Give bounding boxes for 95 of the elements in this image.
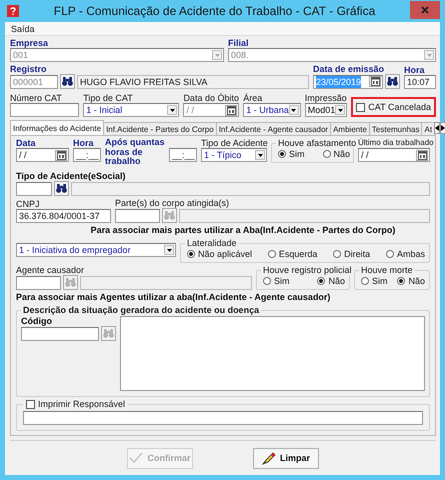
search-button[interactable] xyxy=(60,74,75,89)
dropdown[interactable]: 1 - Típico xyxy=(201,148,268,162)
clear-button[interactable]: Limpar xyxy=(253,448,319,468)
input-field[interactable] xyxy=(16,182,52,196)
calendar-button[interactable] xyxy=(369,76,381,87)
input-field[interactable] xyxy=(10,103,80,117)
dropdown-arrow-icon xyxy=(214,54,220,56)
dropdown[interactable]: Mod01 xyxy=(304,103,348,117)
tab[interactable]: Informações do Acidente xyxy=(10,120,104,135)
menu-item[interactable]: Saída xyxy=(11,24,35,34)
date-field[interactable]: / / xyxy=(358,148,430,162)
dropdown-arrow-icon xyxy=(291,108,296,112)
close-icon xyxy=(421,6,429,14)
radio-button[interactable]: Sim xyxy=(361,276,388,286)
field-label: Área xyxy=(243,93,264,103)
group-label: Houve registro policial xyxy=(263,265,352,275)
binoculars-icon xyxy=(164,211,175,220)
group-label: Lateralidade xyxy=(187,238,237,248)
field-label: CNPJ xyxy=(16,199,41,209)
field-label: Data do Óbito xyxy=(183,93,240,103)
note-text: Para associar mais partes utilizar a Aba(Inf.Acidente - Partes do Corpo) xyxy=(90,225,396,236)
left-arrow-icon xyxy=(435,125,440,131)
calendar-icon xyxy=(418,150,426,160)
field-label: Data de emissão xyxy=(313,64,386,74)
calendar-icon xyxy=(56,150,66,160)
tab[interactable]: Testemunhas xyxy=(368,122,422,135)
field-label: Hora xyxy=(73,138,95,148)
field-label: Tipo de CAT xyxy=(83,93,134,103)
input-field[interactable]: 36.376.804/0001-37 xyxy=(16,209,111,223)
radio-button[interactable]: Ambas xyxy=(386,249,425,259)
app-icon xyxy=(7,5,19,17)
right-arrow-icon xyxy=(441,125,445,131)
input-field[interactable] xyxy=(115,208,160,222)
radio-button[interactable]: Esquerda xyxy=(268,249,318,259)
group-label: Houve afastamento xyxy=(278,138,356,148)
field-label: Impressão xyxy=(304,93,348,103)
binoculars-icon xyxy=(62,77,73,86)
field-label: Parte(s) do corpo atingida(s) xyxy=(115,198,230,208)
field-label: Hora xyxy=(404,65,426,75)
field-label: Após quantas horas de trabalho xyxy=(105,138,166,166)
input-field[interactable] xyxy=(21,326,99,340)
radio-button[interactable]: Não xyxy=(317,276,345,286)
calendar-icon xyxy=(226,106,236,114)
calendar-icon xyxy=(370,77,380,86)
dropdown-arrow-icon xyxy=(166,248,172,252)
radio-button[interactable]: Sim xyxy=(278,149,305,159)
calendar-button[interactable] xyxy=(416,150,428,160)
input-field[interactable] xyxy=(16,276,61,290)
time-field[interactable]: __:__ xyxy=(169,148,198,162)
binoculars-icon xyxy=(103,329,114,338)
radio-button[interactable]: Não aplicável xyxy=(187,249,252,259)
radio-button[interactable]: Não xyxy=(322,149,350,159)
dropdown-arrow-icon xyxy=(426,54,432,56)
field-label: Tipo de Acidente xyxy=(201,138,268,148)
dropdown-arrow-icon xyxy=(170,108,175,112)
search-button[interactable] xyxy=(54,181,69,196)
tab[interactable]: At xyxy=(421,122,436,135)
group-label: Descrição da situação geradora do acidente ou doença xyxy=(23,305,260,315)
radio-button[interactable]: Não xyxy=(397,276,425,286)
dropdown[interactable]: 1 - Iniciativa do empregador xyxy=(16,243,176,257)
field-label: Tipo de Acidente(eSocial) xyxy=(16,171,127,181)
check-icon xyxy=(129,452,144,464)
tab[interactable]: Inf.Acidente - Partes do Corpo xyxy=(103,122,217,135)
field-label: Número CAT xyxy=(10,93,63,103)
radio-button[interactable]: Direita xyxy=(333,249,370,259)
note-text: Para associar mais Agentes utilizar a aba(Inf.Acidente - Agente causador) xyxy=(16,292,332,303)
binoculars-icon xyxy=(387,77,398,86)
field-label: Data xyxy=(16,138,37,148)
calendar-button[interactable] xyxy=(55,150,68,160)
window-title: FLP - Comunicação de Acidente do Trabalho - CAT - Gráfica xyxy=(52,4,376,18)
input-field[interactable] xyxy=(23,411,423,425)
dropdown-arrow-icon xyxy=(338,108,343,112)
tab[interactable]: Ambiente xyxy=(330,122,370,135)
dropdown[interactable]: 1 - Inicial xyxy=(83,103,180,117)
field-label: Empresa xyxy=(10,38,50,48)
close-button[interactable] xyxy=(410,0,440,18)
checkbox[interactable]: Imprimir Responsável xyxy=(26,399,126,409)
checkbox[interactable]: CAT Cancelada xyxy=(356,102,431,112)
tab[interactable]: Inf.Acidente - Agente causador xyxy=(216,122,332,135)
text-area[interactable] xyxy=(120,316,425,391)
search-button[interactable] xyxy=(385,74,400,89)
field-label: Registro xyxy=(10,64,48,74)
name-field: HUGO FLAVIO FREITAS SILVA xyxy=(77,74,309,88)
binoculars-icon xyxy=(56,184,67,193)
date-field[interactable]: / / xyxy=(16,148,70,162)
time-field[interactable]: __:__ xyxy=(73,148,102,162)
field-label: Filial xyxy=(228,38,250,48)
group-label: Houve morte xyxy=(361,265,413,275)
binoculars-icon xyxy=(65,278,76,287)
dropdown-arrow-icon xyxy=(258,154,263,156)
time-field[interactable]: 10:07 xyxy=(404,75,436,89)
radio-button[interactable]: Sim xyxy=(263,276,290,286)
field-label: Agente causador xyxy=(16,265,86,275)
dropdown[interactable]: 1 - Urbana xyxy=(243,103,301,117)
field-label: Código xyxy=(21,316,53,326)
